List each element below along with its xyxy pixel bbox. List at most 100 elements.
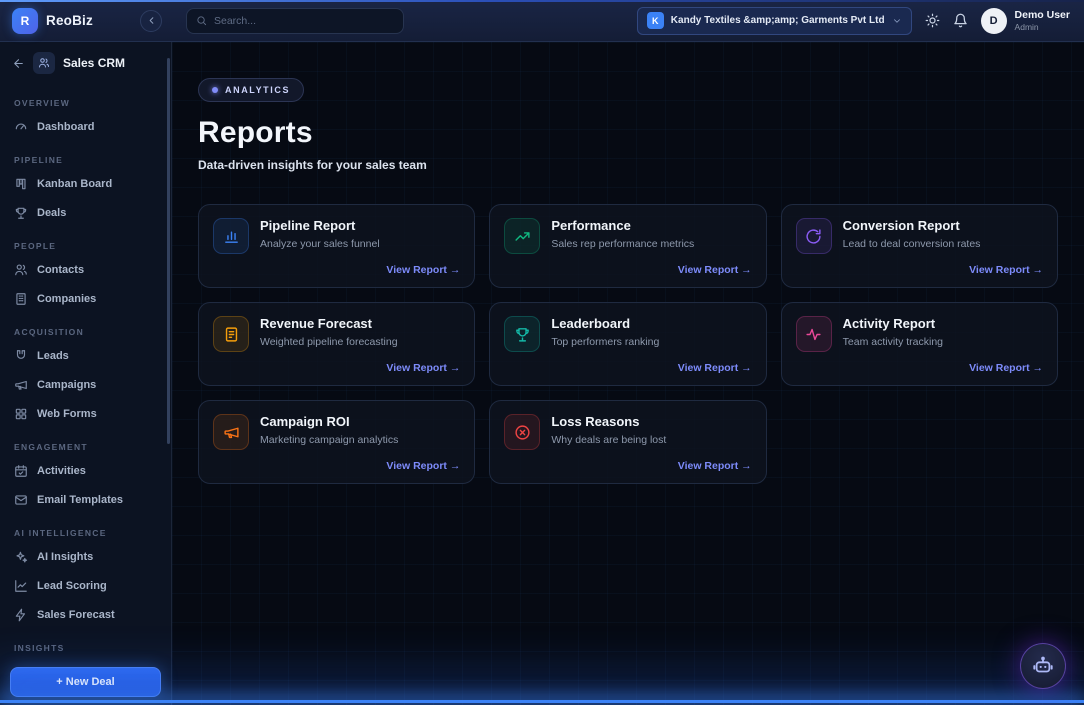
campaign-megaphone-icon [213,414,249,450]
logo-initial: R [21,14,30,28]
section-label: AI INTELLIGENCE [0,524,171,542]
item-label: Deals [37,207,66,219]
section-label: PEOPLE [0,237,171,255]
card-subtitle: Analyze your sales funnel [260,238,380,250]
reobiz-logo[interactable]: R [12,8,38,34]
sidebar-item-kanban-board[interactable]: Kanban Board [0,169,171,198]
sidebar-item-ai-insights[interactable]: AI Insights [0,542,171,571]
company-initial-badge: K [647,12,664,29]
card-header: Activity Report Team activity tracking [796,316,1043,352]
card-performance[interactable]: Performance Sales rep performance metric… [489,204,766,288]
user-menu[interactable]: D Demo User Admin [981,8,1070,34]
bell-icon [953,13,968,28]
sidebar-item-dashboard[interactable]: Dashboard [0,112,171,141]
sidebar-item-companies[interactable]: Companies [0,284,171,313]
view-report-link[interactable]: View Report → [678,460,752,472]
nav-section-overview: OVERVIEW Dashboard [0,94,171,141]
sidebar-item-deals[interactable]: Deals [0,198,171,227]
sidebar-scrollbar[interactable] [167,58,170,444]
item-label: Lead Scoring [37,580,107,592]
leaderboard-trophy-icon [504,316,540,352]
sidebar-footer: + New Deal [0,659,171,705]
brand-name: ReoBiz [46,13,93,28]
sidebar-item-email-templates[interactable]: Email Templates [0,485,171,514]
user-name: Demo User [1015,9,1070,22]
card-leaderboard[interactable]: Leaderboard Top performers ranking View … [489,302,766,386]
view-report-link[interactable]: View Report → [386,362,460,374]
sidebar-item-web-forms[interactable]: Web Forms [0,399,171,428]
sidebar-collapse-button[interactable] [140,10,162,32]
company-name: Kandy Textiles &amp;amp; Garments Pvt Lt… [671,15,885,26]
card-title: Activity Report [843,316,943,333]
card-header: Performance Sales rep performance metric… [504,218,751,254]
company-selector[interactable]: K Kandy Textiles &amp;amp; Garments Pvt … [637,7,912,35]
sidebar-item-leads[interactable]: Leads [0,341,171,370]
report-cards-grid: Pipeline Report Analyze your sales funne… [198,204,1058,484]
card-header: Leaderboard Top performers ranking [504,316,751,352]
card-text: Revenue Forecast Weighted pipeline forec… [260,316,398,352]
card-pipeline-report[interactable]: Pipeline Report Analyze your sales funne… [198,204,475,288]
chat-assistant-button[interactable] [1020,643,1066,689]
sun-icon [925,13,940,28]
avatar: D [981,8,1007,34]
section-label: PIPELINE [0,151,171,169]
card-header: Campaign ROI Marketing campaign analytic… [213,414,460,450]
view-report-link[interactable]: View Report → [386,460,460,472]
card-title: Loss Reasons [551,414,666,431]
crm-module-icon [33,52,55,74]
calendar-icon [14,464,28,478]
sidebar-item-activities[interactable]: Activities [0,456,171,485]
page-subtitle: Data-driven insights for your sales team [198,158,1058,172]
notifications-button[interactable] [953,13,968,28]
view-report-link[interactable]: View Report → [969,264,1043,276]
card-loss-reasons[interactable]: Loss Reasons Why deals are being lost Vi… [489,400,766,484]
search-input[interactable] [214,15,394,27]
view-report-link[interactable]: View Report → [678,264,752,276]
card-text: Activity Report Team activity tracking [843,316,943,352]
card-text: Loss Reasons Why deals are being lost [551,414,666,450]
card-subtitle: Weighted pipeline forecasting [260,336,398,348]
page-body: Sales CRM OVERVIEW Dashboard PIPELINE Ka… [0,42,1084,705]
search-icon [196,15,207,26]
sidebar-item-campaigns[interactable]: Campaigns [0,370,171,399]
card-header: Revenue Forecast Weighted pipeline forec… [213,316,460,352]
section-label: OVERVIEW [0,94,171,112]
sidebar-item-lead-scoring[interactable]: Lead Scoring [0,571,171,600]
nav-section-engagement: ENGAGEMENT Activities Email Templates [0,438,171,514]
card-revenue-forecast[interactable]: Revenue Forecast Weighted pipeline forec… [198,302,475,386]
chevron-left-icon [146,15,157,26]
sidebar-item-contacts[interactable]: Contacts [0,255,171,284]
back-button[interactable] [12,57,25,70]
section-label: INSIGHTS [0,639,171,657]
trophy-icon [14,206,28,220]
zap-icon [14,608,28,622]
robot-icon [1032,655,1054,677]
card-conversion-report[interactable]: Conversion Report Lead to deal conversio… [781,204,1058,288]
section-label: ENGAGEMENT [0,438,171,456]
arrow-left-icon [12,57,25,70]
new-deal-button[interactable]: + New Deal [10,667,161,697]
item-label: Companies [37,293,96,305]
card-activity-report[interactable]: Activity Report Team activity tracking V… [781,302,1058,386]
page-title: Reports [198,116,1058,150]
loss-x-circle-icon [504,414,540,450]
card-title: Leaderboard [551,316,659,333]
card-text: Pipeline Report Analyze your sales funne… [260,218,380,254]
card-title: Pipeline Report [260,218,380,235]
theme-toggle-button[interactable] [925,13,940,28]
card-header: Conversion Report Lead to deal conversio… [796,218,1043,254]
card-subtitle: Marketing campaign analytics [260,434,398,446]
item-label: Web Forms [37,408,97,420]
card-campaign-roi[interactable]: Campaign ROI Marketing campaign analytic… [198,400,475,484]
card-subtitle: Lead to deal conversion rates [843,238,981,250]
sidebar-header: Sales CRM [0,42,171,84]
view-report-link[interactable]: View Report → [386,264,460,276]
view-report-link[interactable]: View Report → [678,362,752,374]
megaphone-icon [14,378,28,392]
card-text: Performance Sales rep performance metric… [551,218,694,254]
view-report-link[interactable]: View Report → [969,362,1043,374]
search-bar[interactable] [186,8,404,34]
card-text: Campaign ROI Marketing campaign analytic… [260,414,398,450]
sidebar-item-sales-forecast[interactable]: Sales Forecast [0,600,171,629]
user-info: Demo User Admin [1015,9,1070,32]
